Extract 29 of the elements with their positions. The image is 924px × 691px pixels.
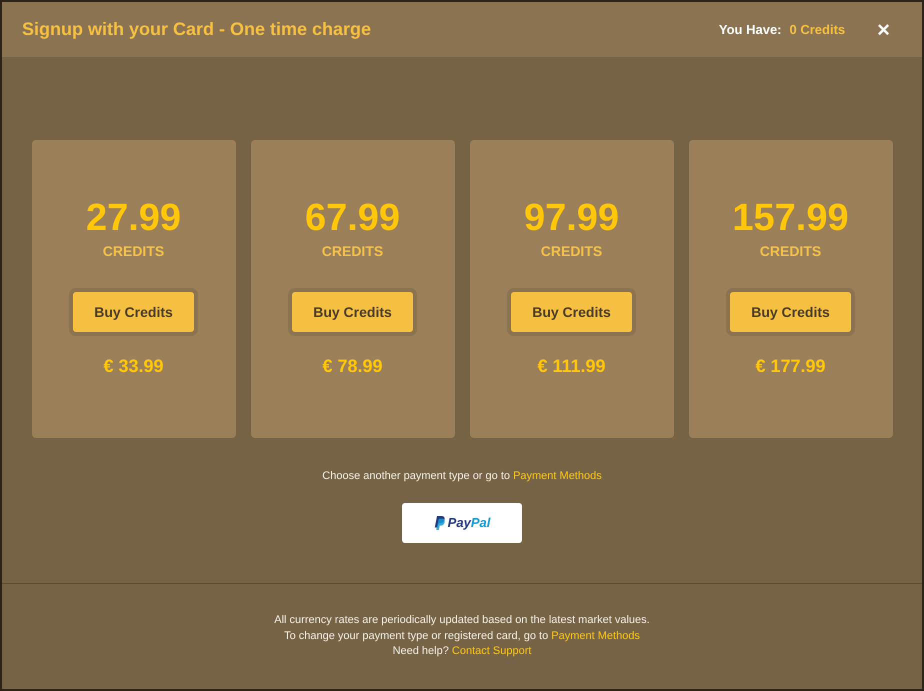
footer-note: Need help? Contact Support — [392, 644, 532, 659]
price-amount: € 111.99 — [537, 356, 606, 376]
footer-note: To change your payment type or registered card, go to Payment Methods — [284, 628, 640, 644]
price-amount: € 33.99 — [103, 356, 164, 376]
credits-label: CREDITS — [540, 242, 602, 261]
credits-label: CREDITS — [760, 242, 822, 261]
price-amount: € 78.99 — [322, 356, 383, 376]
buy-credits-button[interactable]: Buy Credits — [73, 292, 194, 332]
credits-label: CREDITS — [322, 242, 384, 261]
close-button[interactable]: × — [877, 18, 890, 40]
buy-credits-button[interactable]: Buy Credits — [730, 292, 851, 332]
price-amount: € 177.99 — [755, 356, 826, 376]
footer-note: All currency rates are periodically updated based on the latest market values. — [274, 613, 650, 628]
credits-amount: 27.99 — [86, 198, 182, 238]
credits-amount: 157.99 — [732, 198, 849, 238]
credits-amount: 97.99 — [524, 198, 620, 238]
footer-link[interactable]: Contact Support — [452, 645, 532, 657]
paypal-button[interactable]: PayPal — [402, 503, 522, 543]
footer-link[interactable]: Payment Methods — [551, 630, 640, 642]
credits-label: CREDITS — [102, 242, 164, 261]
balance-label: You Have: — [718, 20, 782, 39]
payment-prompt: Choose another payment type or go to Payment Methods — [322, 469, 602, 483]
balance-value: 0 Credits — [790, 20, 846, 39]
payment-methods-link[interactable]: Payment Methods — [513, 470, 602, 482]
credits-amount: 67.99 — [304, 198, 400, 238]
buy-credits-button[interactable]: Buy Credits — [511, 292, 632, 332]
window-title: Signup with your Card - One time charge — [22, 18, 372, 41]
logo-icon — [434, 516, 445, 530]
buy-credits-button[interactable]: Buy Credits — [292, 292, 413, 332]
